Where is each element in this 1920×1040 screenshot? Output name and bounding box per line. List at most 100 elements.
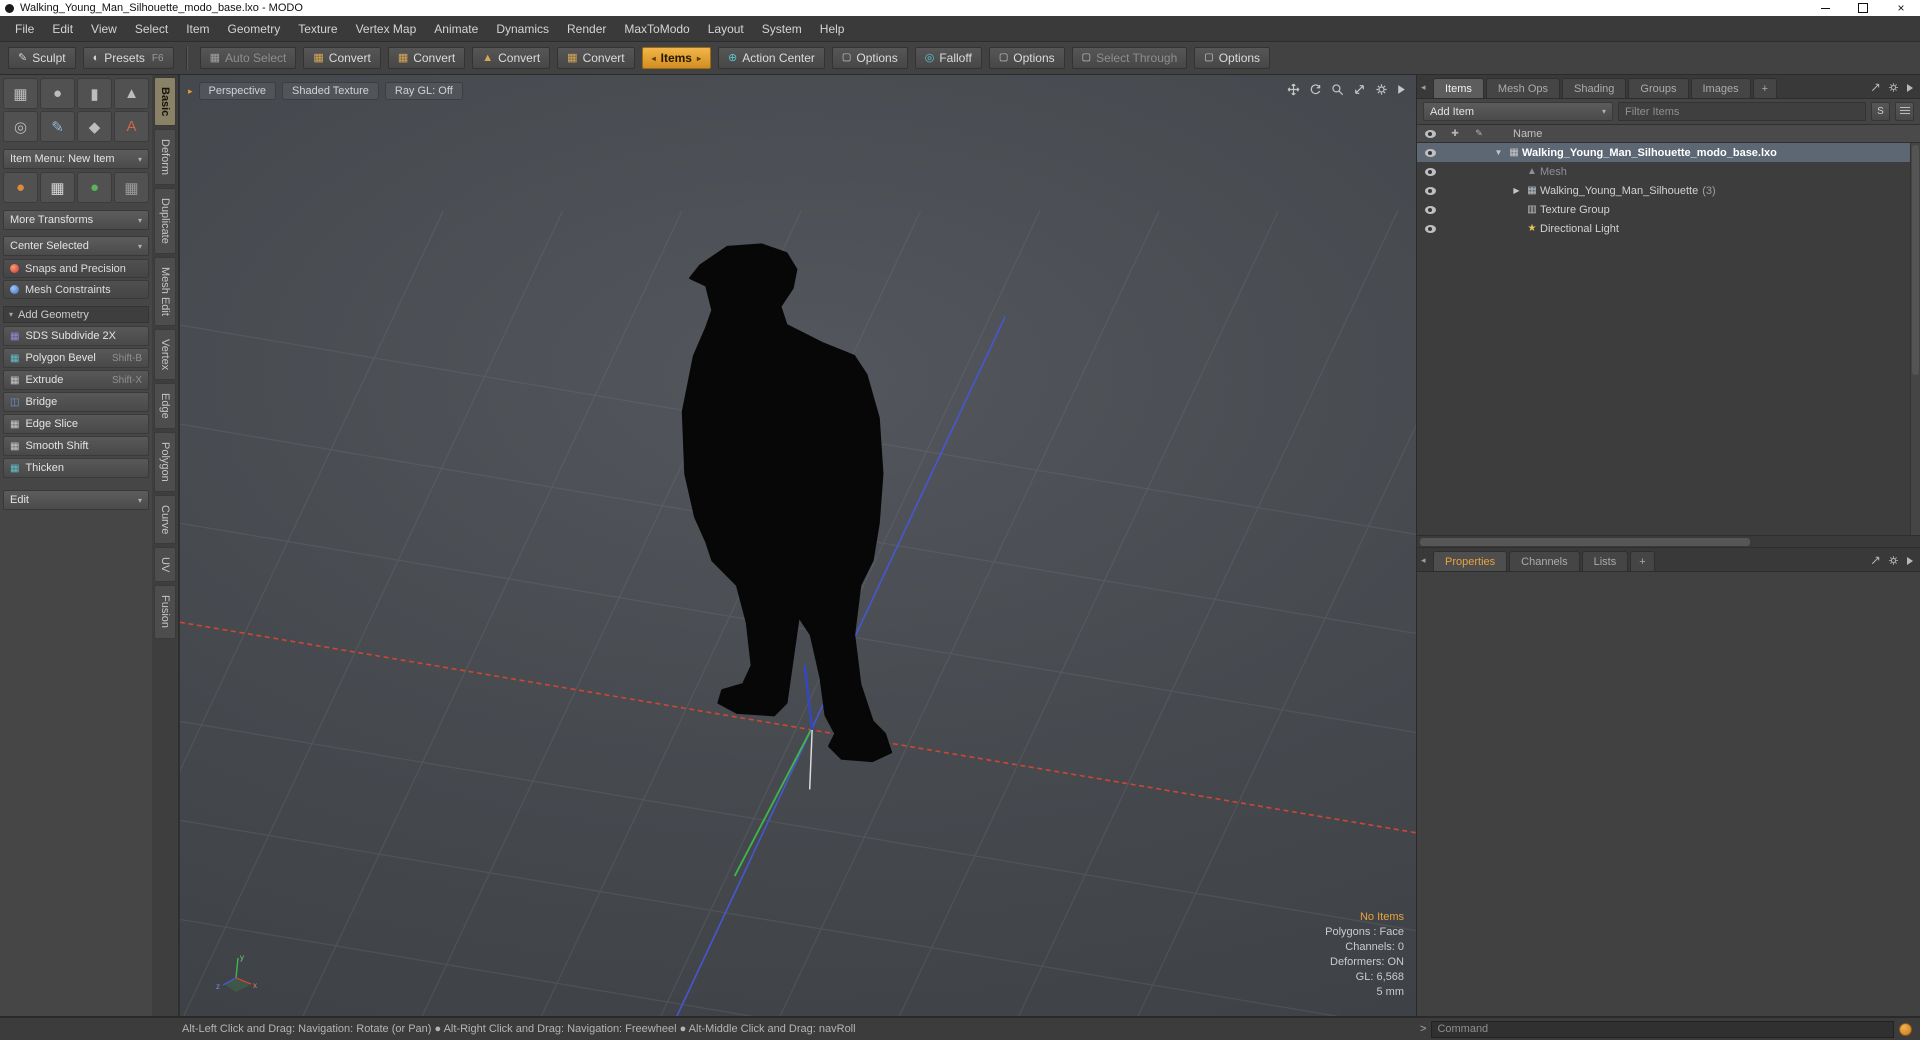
- menu-edit[interactable]: Edit: [43, 16, 82, 41]
- smooth-shift-button[interactable]: ▦ Smooth Shift: [3, 436, 149, 456]
- cylinder-tool-button[interactable]: ▮: [77, 78, 112, 109]
- plane-grid-button[interactable]: ▦: [114, 172, 149, 203]
- mesh-constraints-toggle[interactable]: Mesh Constraints: [3, 280, 149, 299]
- falloff-button[interactable]: ◎ Falloff: [914, 47, 982, 69]
- text-tool-button[interactable]: A: [114, 111, 149, 142]
- convert-vertices-button[interactable]: ▦ Convert: [303, 47, 381, 69]
- scrollbar-thumb[interactable]: [1420, 538, 1750, 546]
- zoom-icon[interactable]: [1331, 83, 1344, 96]
- presets-button[interactable]: ◐ Presets F6: [82, 47, 174, 69]
- bridge-button[interactable]: ◫ Bridge: [3, 392, 149, 412]
- list-options-button[interactable]: [1895, 102, 1914, 121]
- scope-button[interactable]: S: [1871, 102, 1890, 121]
- tab-curve[interactable]: Curve: [154, 494, 176, 545]
- viewport-menu-arrow-icon[interactable]: [1397, 84, 1406, 95]
- item-menu-dropdown[interactable]: Item Menu: New Item ▾: [3, 149, 149, 169]
- raygl-button[interactable]: Ray GL: Off: [384, 82, 463, 100]
- command-history-orb-icon[interactable]: [1899, 1022, 1912, 1036]
- menu-maxtomodo[interactable]: MaxToModo: [615, 16, 698, 41]
- select-through-options-button[interactable]: ▢ Options: [1194, 47, 1271, 69]
- tree-row-directional-light[interactable]: ★ Directional Light: [1417, 219, 1920, 238]
- menu-select[interactable]: Select: [126, 16, 177, 41]
- select-through-button[interactable]: ▢ Select Through: [1071, 47, 1188, 69]
- viewport-canvas[interactable]: ▸ Perspective Shaded Texture Ray GL: Off: [180, 75, 1416, 1016]
- shading-mode-button[interactable]: Shaded Texture: [282, 82, 379, 100]
- curve-tool-button[interactable]: ✎: [40, 111, 75, 142]
- axis-gizmo[interactable]: y x z: [214, 950, 262, 994]
- panel-menu-arrow-icon[interactable]: [1906, 83, 1914, 93]
- menu-view[interactable]: View: [82, 16, 126, 41]
- rotate-view-icon[interactable]: [1309, 83, 1322, 96]
- filter-items-input[interactable]: [1618, 102, 1866, 121]
- edit-dropdown[interactable]: Edit ▾: [3, 490, 149, 510]
- tab-fusion[interactable]: Fusion: [154, 585, 176, 639]
- maximize-viewport-icon[interactable]: [1353, 83, 1366, 96]
- convert-polygons-button[interactable]: ▲ Convert: [472, 47, 551, 69]
- tab-groups[interactable]: Groups: [1628, 78, 1689, 98]
- menu-layout[interactable]: Layout: [699, 16, 753, 41]
- cube-tool-button[interactable]: ▦: [3, 78, 38, 109]
- visibility-toggle[interactable]: [1417, 224, 1443, 233]
- menu-geometry[interactable]: Geometry: [219, 16, 290, 41]
- expand-panel-icon[interactable]: [1870, 82, 1881, 93]
- sphere-project-button[interactable]: ●: [77, 172, 112, 203]
- tab-shading[interactable]: Shading: [1562, 78, 1627, 98]
- panel-gear-icon[interactable]: [1888, 82, 1899, 93]
- panel-collapse-icon[interactable]: ◂: [1421, 555, 1426, 566]
- menu-animate[interactable]: Animate: [425, 16, 487, 41]
- sds-subdivide-button[interactable]: ▦ SDS Subdivide 2X: [3, 326, 149, 346]
- menu-dynamics[interactable]: Dynamics: [487, 16, 558, 41]
- visibility-toggle[interactable]: [1417, 186, 1443, 195]
- tab-duplicate[interactable]: Duplicate: [154, 188, 176, 255]
- name-column-header[interactable]: Name: [1491, 128, 1542, 140]
- thicken-button[interactable]: ▦ Thicken: [3, 458, 149, 478]
- menu-render[interactable]: Render: [558, 16, 615, 41]
- edge-slice-button[interactable]: ▦ Edge Slice: [3, 414, 149, 434]
- tab-mesh-ops[interactable]: Mesh Ops: [1485, 78, 1561, 98]
- tab-lists[interactable]: Lists: [1581, 551, 1629, 571]
- convert-items-button[interactable]: ▦ Convert: [557, 47, 635, 69]
- snaps-precision-toggle[interactable]: Snaps and Precision: [3, 259, 149, 278]
- tree-vertical-scrollbar[interactable]: [1910, 143, 1920, 535]
- tree-row-scene-root[interactable]: ▼ ▦ Walking_Young_Man_Silhouette_modo_ba…: [1417, 143, 1920, 162]
- cone-tool-button[interactable]: ▲: [114, 78, 149, 109]
- visibility-toggle[interactable]: [1417, 148, 1443, 157]
- action-center-options-button[interactable]: ▢ Options: [831, 47, 908, 69]
- tab-edge[interactable]: Edge: [154, 383, 176, 430]
- menu-file[interactable]: File: [6, 16, 43, 41]
- add-column-header[interactable]: ✚: [1443, 128, 1467, 139]
- panel-collapse-icon[interactable]: ◂: [1421, 82, 1426, 93]
- close-button[interactable]: ×: [1882, 0, 1920, 16]
- tree-row-texture-group[interactable]: ▥ Texture Group: [1417, 200, 1920, 219]
- tree-horizontal-scrollbar[interactable]: [1417, 535, 1920, 548]
- add-geometry-section-header[interactable]: ▾ Add Geometry: [3, 306, 149, 323]
- tab-vertex[interactable]: Vertex: [154, 329, 176, 381]
- tree-row-silhouette-group[interactable]: ▶ ▦ Walking_Young_Man_Silhouette (3): [1417, 181, 1920, 200]
- viewport-settings-gear-icon[interactable]: [1375, 83, 1388, 96]
- convert-edges-button[interactable]: ▦ Convert: [387, 47, 466, 69]
- tab-deform[interactable]: Deform: [154, 129, 176, 186]
- menu-texture[interactable]: Texture: [289, 16, 346, 41]
- torus-tool-button[interactable]: ◎: [3, 111, 38, 142]
- menu-help[interactable]: Help: [811, 16, 854, 41]
- tab-uv[interactable]: UV: [154, 547, 176, 583]
- tab-polygon[interactable]: Polygon: [154, 432, 176, 492]
- center-selected-dropdown[interactable]: Center Selected ▾: [3, 236, 149, 256]
- minimize-button[interactable]: [1806, 0, 1844, 16]
- expand-expander-icon[interactable]: ▶: [1509, 186, 1524, 195]
- tab-properties[interactable]: Properties: [1433, 551, 1508, 571]
- scrollbar-thumb[interactable]: [1912, 145, 1919, 375]
- sphere-tool-button[interactable]: ●: [40, 78, 75, 109]
- pan-move-icon[interactable]: [1287, 83, 1300, 96]
- expand-panel-icon[interactable]: [1870, 555, 1881, 566]
- menu-vertex-map[interactable]: Vertex Map: [347, 16, 426, 41]
- polygon-tool-button[interactable]: ◆: [77, 111, 112, 142]
- tab-images[interactable]: Images: [1690, 78, 1751, 98]
- visibility-toggle[interactable]: [1417, 205, 1443, 214]
- items-mode-button[interactable]: ◂ Items ▸: [641, 47, 711, 69]
- edit-column-header[interactable]: ✎: [1467, 128, 1491, 139]
- menu-system[interactable]: System: [753, 16, 811, 41]
- auto-select-button[interactable]: ▦ Auto Select: [199, 47, 297, 69]
- tab-mesh-edit[interactable]: Mesh Edit: [154, 257, 176, 327]
- tab-channels[interactable]: Channels: [1509, 551, 1580, 571]
